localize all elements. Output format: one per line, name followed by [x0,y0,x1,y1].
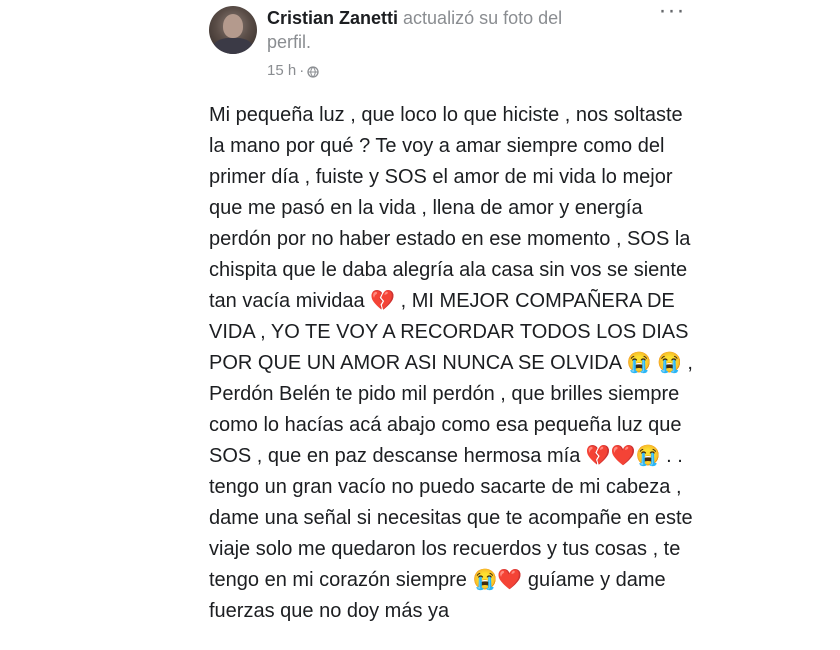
meta-separator: · [299,62,305,79]
avatar-body [213,38,253,54]
author-avatar[interactable] [209,6,257,54]
more-options-icon[interactable]: ··· [655,0,689,24]
post-timestamp[interactable]: 15 h [267,62,296,79]
globe-icon [307,65,319,78]
author-name[interactable]: Cristian Zanetti [267,8,398,28]
facebook-post: Cristian Zanetti actualizó su foto del p… [195,0,705,650]
post-text: Mi pequeña luz , que loco lo que hiciste… [209,104,693,622]
avatar-face [223,14,243,38]
post-meta: 15 h · [267,62,319,79]
post-header: Cristian Zanetti actualizó su foto del p… [267,6,597,54]
